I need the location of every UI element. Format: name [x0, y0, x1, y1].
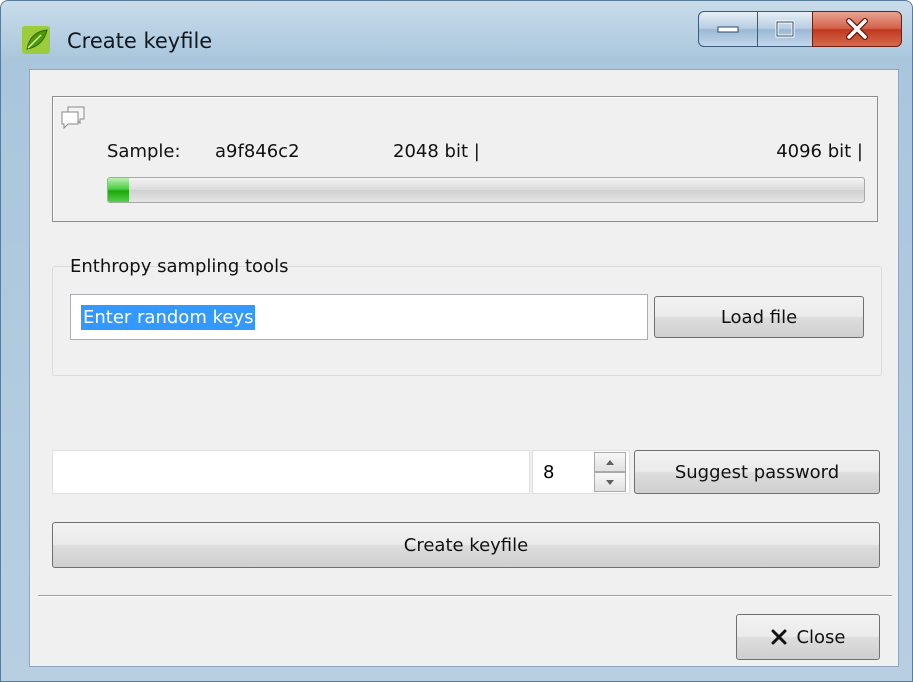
- create-keyfile-window: Create keyfile Sample: a9f846c2 2048 bit…: [0, 0, 913, 682]
- random-keys-input[interactable]: Enter random keys: [70, 294, 648, 340]
- password-input[interactable]: [52, 450, 530, 494]
- marker-2048-bit: 2048 bit |: [393, 141, 480, 162]
- arrow-up-icon: [606, 459, 614, 465]
- password-length-value: 8: [543, 461, 555, 483]
- close-button-label: Close: [796, 626, 846, 648]
- close-x-icon: [771, 629, 787, 645]
- minimize-icon: [717, 26, 739, 33]
- arrow-down-icon: [606, 479, 614, 485]
- entropy-progress-fill: [108, 178, 130, 202]
- sample-panel: Sample: a9f846c2 2048 bit | 4096 bit |: [52, 96, 878, 222]
- close-button[interactable]: Close: [736, 614, 880, 660]
- create-keyfile-button[interactable]: Create keyfile: [52, 522, 880, 568]
- chat-bubble-icon: [61, 106, 85, 130]
- spin-down-button[interactable]: [594, 472, 626, 492]
- entropy-progress-bar: [107, 177, 865, 203]
- sample-value: a9f846c2: [215, 141, 300, 162]
- close-window-button[interactable]: [812, 11, 902, 47]
- separator: [38, 595, 892, 597]
- sample-label: Sample:: [107, 141, 181, 162]
- dialog-content: Sample: a9f846c2 2048 bit | 4096 bit | E…: [29, 69, 899, 667]
- marker-4096-bit: 4096 bit |: [776, 141, 863, 162]
- close-icon: [846, 18, 868, 40]
- load-file-button[interactable]: Load file: [654, 296, 864, 338]
- green-leaf-icon: [22, 26, 50, 54]
- entropy-tools-title: Enthropy sampling tools: [70, 256, 289, 277]
- window-title: Create keyfile: [67, 29, 213, 53]
- maximize-icon: [775, 20, 795, 38]
- random-keys-selected-text: Enter random keys: [81, 304, 256, 330]
- password-length-spinner: [594, 452, 626, 492]
- minimize-button[interactable]: [698, 11, 758, 47]
- spin-up-button[interactable]: [594, 452, 626, 472]
- suggest-password-button[interactable]: Suggest password: [634, 450, 880, 494]
- maximize-button[interactable]: [757, 11, 813, 47]
- title-bar[interactable]: Create keyfile: [1, 1, 912, 67]
